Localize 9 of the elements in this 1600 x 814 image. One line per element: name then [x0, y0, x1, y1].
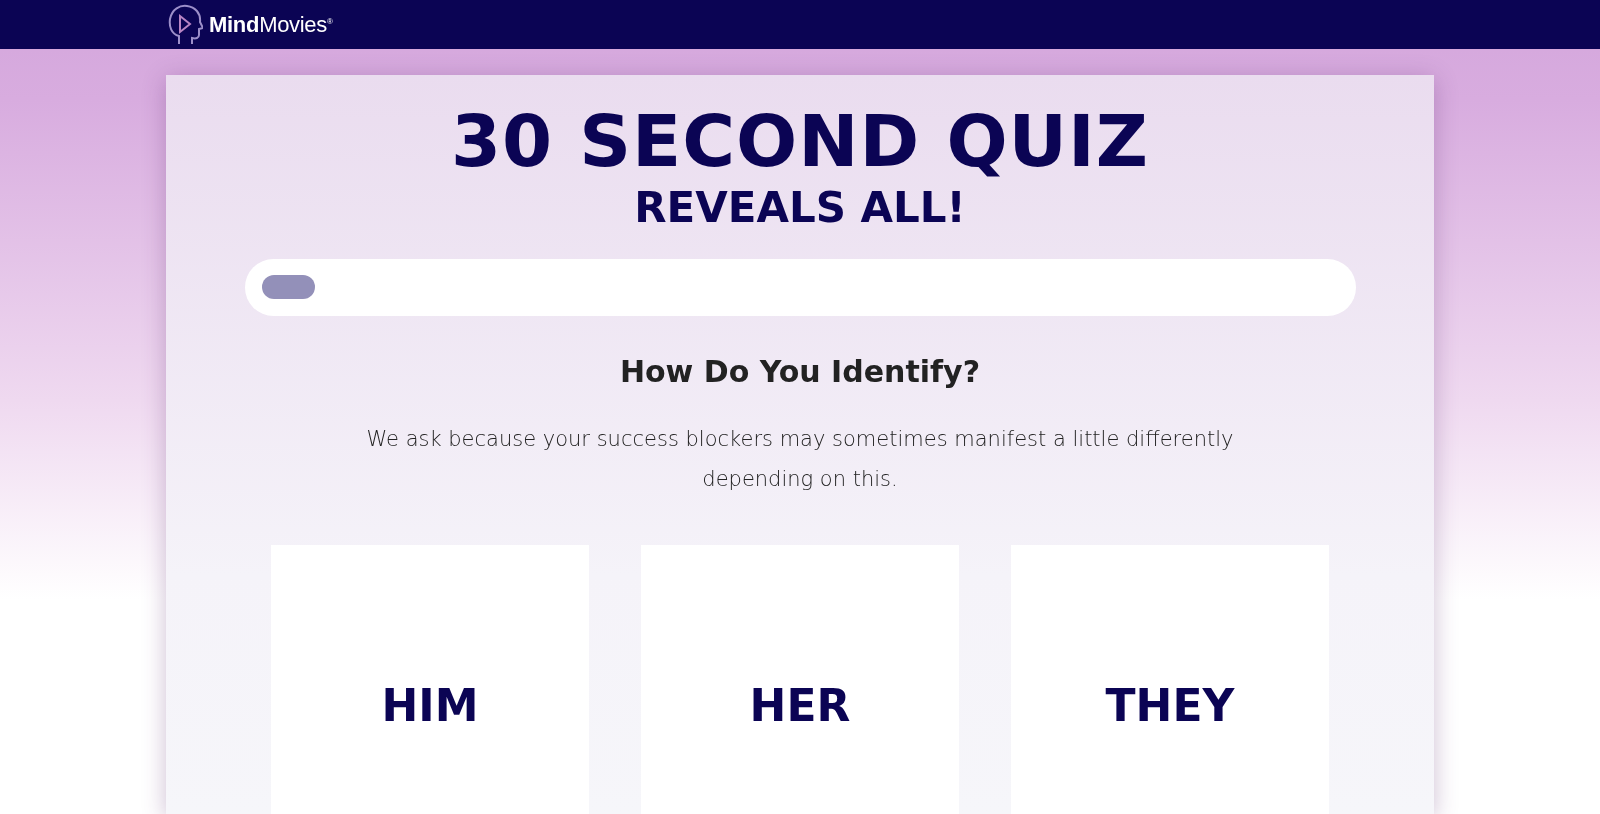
answer-option[interactable]: HIM — [271, 545, 589, 814]
question-heading: How Do You Identify? — [619, 354, 981, 389]
head-play-icon — [167, 3, 203, 46]
logo-text[interactable]: MindMovies$^{®}$ — [209, 11, 333, 38]
question-description: We ask because your success blockers may sometimes manifest a little differently depending on this. — [365, 426, 1235, 493]
quiz-subtitle: REVEALS ALL! — [634, 185, 966, 231]
answer-option[interactable]: HER — [641, 545, 959, 814]
quiz-title: 30 SECOND QUIZ — [450, 105, 1150, 177]
answer-option[interactable]: THEY — [1011, 545, 1329, 814]
